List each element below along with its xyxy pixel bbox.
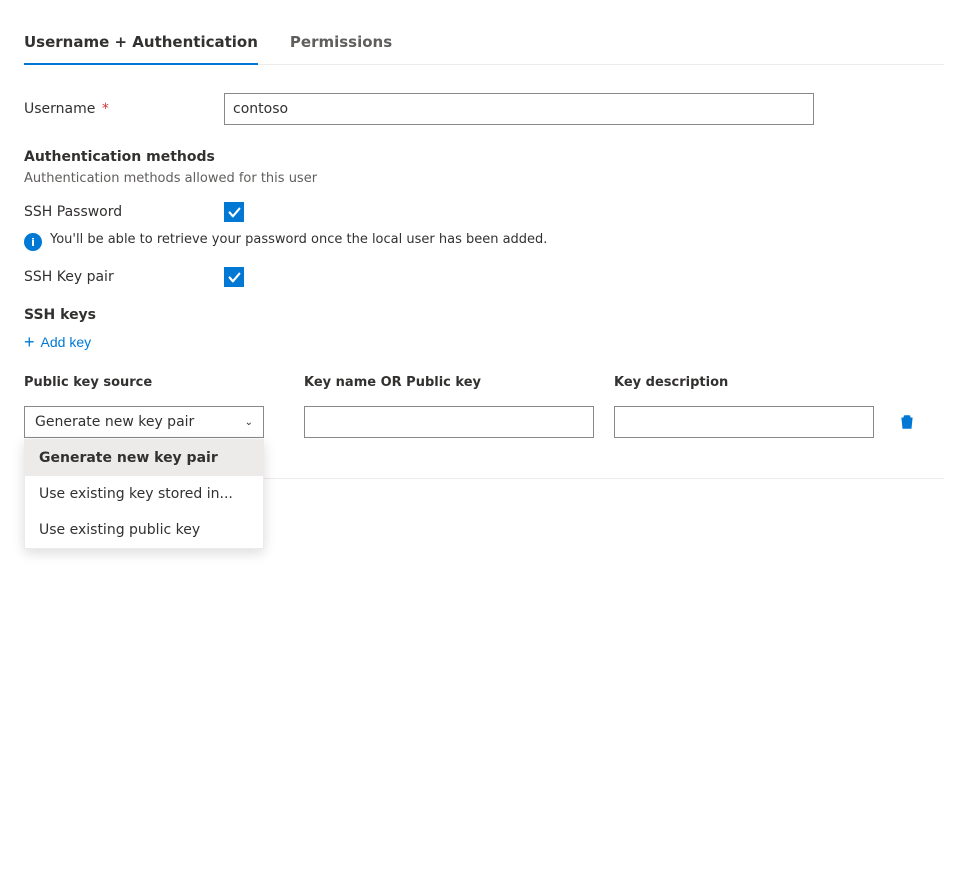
add-key-label: Add key	[41, 334, 92, 350]
username-label: Username *	[24, 101, 224, 117]
required-indicator: *	[97, 101, 108, 117]
tab-permissions[interactable]: Permissions	[290, 21, 392, 65]
ssh-keypair-label: SSH Key pair	[24, 269, 224, 285]
dropdown-option-existing-public[interactable]: Use existing public key	[25, 512, 263, 548]
key-row-1: Generate new key pair ⌄ Generate new key…	[24, 406, 944, 438]
ssh-password-checkbox[interactable]	[224, 202, 244, 222]
col-header-name: Key name OR Public key	[304, 375, 614, 390]
public-key-source-dropdown[interactable]: Generate new key pair ⌄	[24, 406, 264, 438]
key-description-input[interactable]	[614, 406, 874, 438]
delete-icon	[898, 413, 916, 431]
ssh-password-row: SSH Password	[24, 202, 944, 222]
add-key-button[interactable]: + Add key	[24, 329, 91, 355]
key-name-input[interactable]	[304, 406, 594, 438]
ssh-keypair-checkbox[interactable]	[224, 267, 244, 287]
ssh-keys-section: SSH keys + Add key Public key source Key…	[24, 307, 944, 438]
auth-methods-section: Authentication methods Authentication me…	[24, 149, 944, 287]
chevron-down-icon: ⌄	[245, 417, 253, 428]
key-table-headers: Public key source Key name OR Public key…	[24, 375, 944, 398]
dropdown-menu: Generate new key pair Use existing key s…	[24, 439, 264, 549]
info-row: i You'll be able to retrieve your passwo…	[24, 232, 944, 251]
username-row: Username *	[24, 93, 944, 125]
auth-methods-subtitle: Authentication methods allowed for this …	[24, 171, 944, 186]
ssh-keypair-row: SSH Key pair	[24, 267, 944, 287]
tab-username-auth[interactable]: Username + Authentication	[24, 21, 258, 65]
info-text: You'll be able to retrieve your password…	[50, 232, 547, 247]
col-header-source: Public key source	[24, 375, 304, 390]
info-icon: i	[24, 233, 42, 251]
delete-key-button[interactable]	[894, 406, 920, 438]
dropdown-option-generate[interactable]: Generate new key pair	[25, 440, 263, 476]
dropdown-selected-label: Generate new key pair	[35, 414, 194, 430]
username-input[interactable]	[224, 93, 814, 125]
dropdown-option-existing-stored[interactable]: Use existing key stored in...	[25, 476, 263, 512]
tab-bar: Username + Authentication Permissions	[24, 20, 944, 65]
auth-methods-title: Authentication methods	[24, 149, 944, 165]
plus-icon: +	[24, 333, 35, 351]
ssh-keys-title: SSH keys	[24, 307, 944, 323]
ssh-password-label: SSH Password	[24, 204, 224, 220]
col-header-description: Key description	[614, 375, 894, 390]
public-key-source-dropdown-wrapper: Generate new key pair ⌄ Generate new key…	[24, 406, 304, 438]
